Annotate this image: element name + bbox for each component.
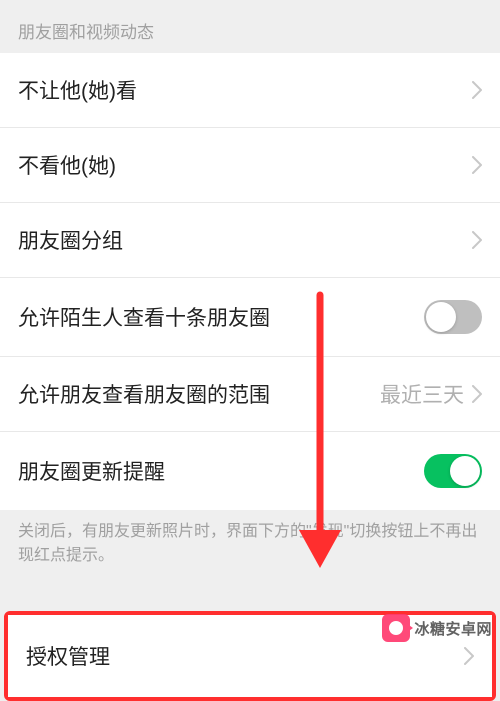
- row-allow-strangers: 允许陌生人查看十条朋友圈: [0, 278, 500, 357]
- toggle-knob: [450, 456, 480, 486]
- row-update-reminder: 朋友圈更新提醒: [0, 432, 500, 510]
- row-label: 不让他(她)看: [18, 75, 472, 105]
- row-dont-see[interactable]: 不看他(她): [0, 128, 500, 203]
- toggle-update-reminder[interactable]: [424, 454, 482, 488]
- watermark-logo-icon: [382, 614, 410, 642]
- row-label: 不看他(她): [18, 150, 472, 180]
- chevron-right-icon: [472, 385, 482, 403]
- row-label: 朋友圈更新提醒: [18, 456, 424, 486]
- watermark-text: 冰糖安卓网: [414, 618, 492, 639]
- row-label: 朋友圈分组: [18, 225, 472, 255]
- row-moments-groups[interactable]: 朋友圈分组: [0, 203, 500, 278]
- settings-list: 不让他(她)看 不看他(她) 朋友圈分组 允许陌生人查看十条朋友圈: [0, 53, 500, 510]
- section-gap: [0, 586, 500, 611]
- row-dont-let-see[interactable]: 不让他(她)看: [0, 53, 500, 128]
- chevron-right-icon: [472, 156, 482, 174]
- chevron-right-icon: [472, 81, 482, 99]
- toggle-knob: [426, 302, 456, 332]
- chevron-right-icon: [472, 231, 482, 249]
- chevron-right-icon: [464, 647, 474, 665]
- toggle-allow-strangers[interactable]: [424, 300, 482, 334]
- row-label: 允许陌生人查看十条朋友圈: [18, 302, 424, 332]
- watermark: 冰糖安卓网: [382, 614, 492, 642]
- row-label: 允许朋友查看朋友圈的范围: [18, 379, 380, 409]
- row-allow-friends-range[interactable]: 允许朋友查看朋友圈的范围 最近三天: [0, 357, 500, 432]
- section-header-moments: 朋友圈和视频动态: [0, 0, 500, 53]
- footer-note: 关闭后，有朋友更新照片时，界面下方的"发现"切换按钮上不再出现红点提示。: [0, 510, 500, 586]
- row-value: 最近三天: [380, 379, 464, 409]
